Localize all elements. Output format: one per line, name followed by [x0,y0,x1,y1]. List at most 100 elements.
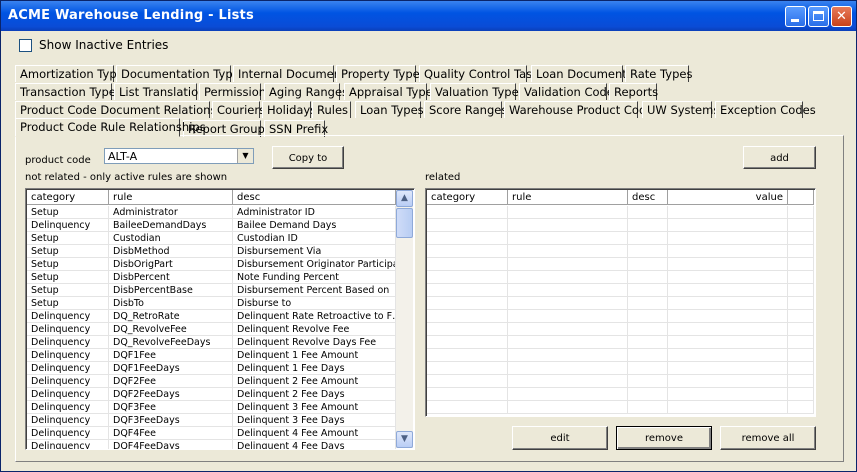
scroll-thumb[interactable] [396,208,413,238]
scroll-down-icon[interactable]: ▼ [396,431,413,448]
empty-cell [668,310,788,323]
remove-button[interactable]: remove [616,426,712,450]
empty-cell [508,206,628,219]
remove-all-label: remove all [741,433,795,444]
empty-row [427,310,814,323]
related-column-header-value[interactable]: value [668,190,788,205]
empty-cell [427,349,508,362]
tab-property-types[interactable]: Property Types [336,65,426,82]
tab-exception-codes[interactable]: Exception Codes [715,101,816,118]
table-row[interactable]: Delinquency DQ_RevolveFeeDays Delinquent R… [27,336,396,349]
tab-product-code-document-relationships[interactable]: Product Code Document Relationships [15,101,240,118]
tab-rate-types[interactable]: Rate Types [625,65,692,82]
edit-button[interactable]: edit [512,426,608,450]
table-row[interactable]: Delinquency DQ_RetroRate Delinquent Rate R… [27,310,396,323]
tab-score-ranges[interactable]: Score Ranges [424,101,507,118]
empty-cell [427,375,508,388]
tab-internal-documents[interactable]: Internal Documents [233,65,352,82]
tab-warehouse-product-codes[interactable]: Warehouse Product Codes [504,101,659,118]
table-row[interactable]: Setup DisbPercentBase Disbursement Percent… [27,284,396,297]
empty-cell [788,284,814,297]
maximize-button[interactable] [808,6,829,27]
vertical-scrollbar[interactable]: ▲ ▼ [396,190,413,448]
copy-to-label: Copy to [288,153,328,164]
empty-row [427,388,814,401]
related-column-header-category[interactable]: category [427,190,508,205]
not-related-grid[interactable]: category rule desc Setup Administrator Adm… [25,188,415,450]
show-inactive-checkbox[interactable] [19,39,32,52]
table-row[interactable]: Delinquency DQF1Fee Delinquent 1 Fee Amoun… [27,349,396,362]
tab-valuation-types[interactable]: Valuation Types [430,83,525,100]
table-cell: Delinquent 1 Fee Amount [233,349,396,362]
tab-transaction-types[interactable]: Transaction Types [15,83,122,100]
table-row[interactable]: Delinquency DQF2Fee Delinquent 2 Fee Amoun… [27,375,396,388]
table-row[interactable]: Setup DisbTo Disburse to [27,297,396,310]
table-row[interactable]: Setup DisbPercent Note Funding Percent [27,271,396,284]
tab-documentation-types[interactable]: Documentation Types [116,65,246,82]
tab-permissions[interactable]: Permissions [199,83,272,100]
table-cell: Setup [27,245,109,258]
empty-cell [668,375,788,388]
table-row[interactable]: Delinquency DQF4FeeDays Delinquent 4 Fee D… [27,440,396,449]
empty-cell [628,258,668,271]
empty-cell [427,284,508,297]
empty-cell [427,271,508,284]
empty-cell [668,258,788,271]
table-row[interactable]: Setup DisbOrigPart Disbursement Originator… [27,258,396,271]
tab-aging-ranges[interactable]: Aging Ranges [264,83,348,100]
table-row[interactable]: Setup Administrator Administrator ID [27,206,396,219]
tab-quality-control-tasks[interactable]: Quality Control Tasks [419,65,545,82]
table-row[interactable]: Setup DisbMethod Disbursement Via [27,245,396,258]
column-header-rule[interactable]: rule [109,190,233,205]
tab-appraisal-types[interactable]: Appraisal Types [344,83,439,100]
tab-rules[interactable]: Rules [312,101,351,118]
table-row[interactable]: Delinquency DQF3FeeDays Delinquent 3 Fee D… [27,414,396,427]
related-column-header-rule[interactable]: rule [508,190,628,205]
table-row[interactable]: Setup Custodian Custodian ID [27,232,396,245]
table-cell: DQF3FeeDays [109,414,233,427]
table-row[interactable]: Delinquency DQF2FeeDays Delinquent 2 Fee D… [27,388,396,401]
add-button[interactable]: add [743,146,816,169]
tab-product-code-rule-relationships[interactable]: Product Code Rule Relationships [15,118,206,137]
table-row[interactable]: Delinquency DQ_RevolveFee Delinquent Revol… [27,323,396,336]
related-grid[interactable]: category rule desc value [425,188,816,417]
tab-loan-types[interactable]: Loan Types [355,101,424,118]
empty-cell [668,362,788,375]
empty-cell [628,336,668,349]
table-row[interactable]: Delinquency DQF4Fee Delinquent 4 Fee Amoun… [27,427,396,440]
tab-couriers[interactable]: Couriers [212,101,265,118]
tab-amortization-types[interactable]: Amortization Types [15,65,130,82]
title-bar[interactable]: ACME Warehouse Lending - Lists ✕ [1,1,856,31]
empty-row [427,284,814,297]
empty-row [427,401,814,414]
tab-holidays[interactable]: Holidays [262,101,316,118]
column-header-category[interactable]: category [27,190,109,205]
table-cell: Setup [27,284,109,297]
tab-validation-codes[interactable]: Validation Codes [519,83,620,100]
tab-uw-systems[interactable]: UW Systems [642,101,719,118]
table-row[interactable]: Delinquency BaileeDemandDays Bailee Demand… [27,219,396,232]
remove-all-button[interactable]: remove all [720,426,816,450]
tab-list-translation[interactable]: List Translation [114,83,205,100]
minimize-button[interactable] [785,6,806,27]
chevron-down-icon[interactable]: ▼ [237,149,253,163]
table-cell: Delinquent 4 Fee Days [233,440,396,449]
column-header-desc[interactable]: desc [233,190,396,205]
empty-row [427,271,814,284]
product-code-select[interactable]: ALT-A ▼ [104,148,254,164]
close-button[interactable]: ✕ [831,6,852,27]
related-column-header-desc[interactable]: desc [628,190,668,205]
empty-cell [788,245,814,258]
table-cell: Setup [27,232,109,245]
empty-cell [788,323,814,336]
table-row[interactable]: Delinquency DQF1FeeDays Delinquent 1 Fee D… [27,362,396,375]
show-inactive-label[interactable]: Show Inactive Entries [39,38,168,52]
empty-cell [788,362,814,375]
empty-cell [668,297,788,310]
scroll-up-icon[interactable]: ▲ [396,190,413,207]
tab-reports[interactable]: Reports [609,83,658,100]
tab-loan-documents[interactable]: Loan Documents [531,65,633,82]
table-row[interactable]: Delinquency DQF3Fee Delinquent 3 Fee Amoun… [27,401,396,414]
copy-to-button[interactable]: Copy to [272,146,344,169]
table-cell: Delinquent Revolve Days Fee [233,336,396,349]
